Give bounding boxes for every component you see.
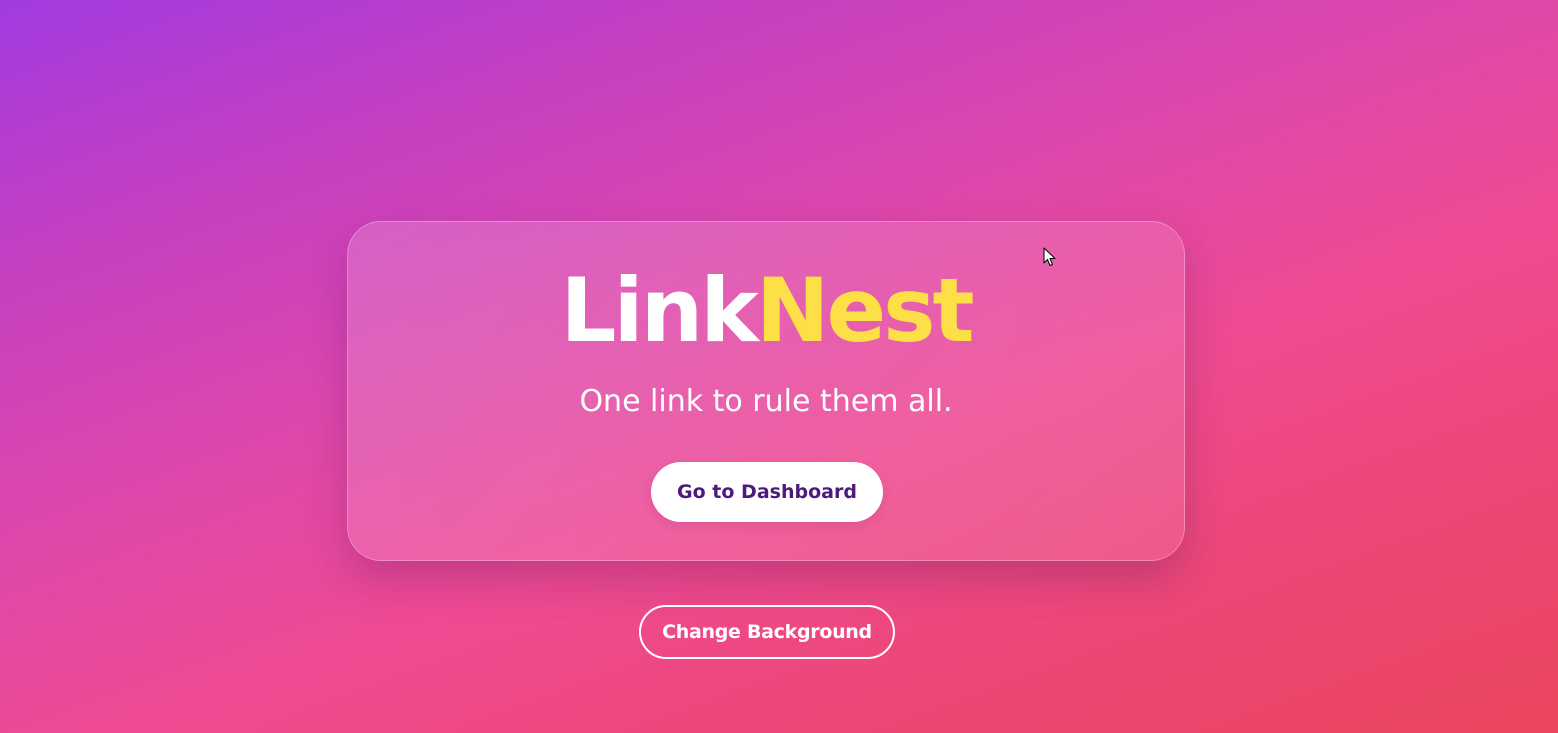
logo-text-link: Link <box>560 259 758 362</box>
go-to-dashboard-button[interactable]: Go to Dashboard <box>651 462 883 522</box>
change-background-button[interactable]: Change Background <box>639 605 895 659</box>
mouse-pointer-icon <box>1043 247 1056 266</box>
tagline: One link to rule them all. <box>579 384 953 419</box>
hero-card: LinkNest One link to rule them all. Go t… <box>347 221 1185 561</box>
logo: LinkNest <box>348 258 1184 364</box>
logo-text-nest: Nest <box>755 259 975 362</box>
